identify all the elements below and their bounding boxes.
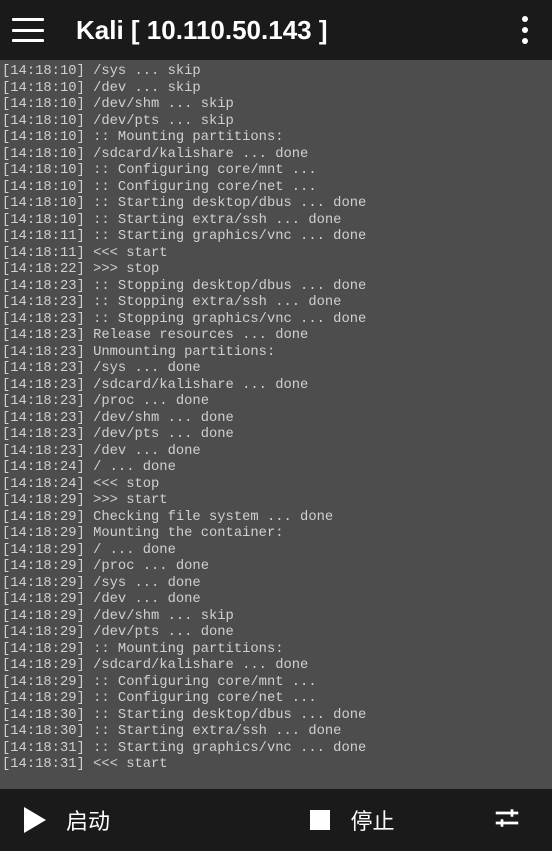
- log-line: [14:18:31] :: Starting graphics/vnc ... …: [2, 741, 550, 758]
- log-line: [14:18:23] /dev/shm ... done: [2, 411, 550, 428]
- log-line: [14:18:29] / ... done: [2, 543, 550, 560]
- log-line: [14:18:23] /dev ... done: [2, 444, 550, 461]
- log-line: [14:18:29] :: Mounting partitions:: [2, 642, 550, 659]
- log-line: [14:18:10] :: Starting desktop/dbus ... …: [2, 196, 550, 213]
- log-line: [14:18:29] Mounting the container:: [2, 526, 550, 543]
- stop-label: 停止: [350, 804, 394, 836]
- stop-icon: [310, 810, 330, 830]
- play-icon: [24, 807, 46, 833]
- app-title: Kali [ 10.110.50.143 ]: [76, 15, 516, 46]
- log-line: [14:18:29] /dev ... done: [2, 592, 550, 609]
- log-line: [14:18:29] :: Configuring core/mnt ...: [2, 675, 550, 692]
- log-line: [14:18:10] /dev ... skip: [2, 81, 550, 98]
- log-line: [14:18:10] :: Starting extra/ssh ... don…: [2, 213, 550, 230]
- log-line: [14:18:29] :: Configuring core/net ...: [2, 691, 550, 708]
- log-line: [14:18:23] :: Stopping graphics/vnc ... …: [2, 312, 550, 329]
- start-label: 启动: [66, 804, 110, 836]
- log-line: [14:18:29] /sdcard/kalishare ... done: [2, 658, 550, 675]
- log-line: [14:18:11] :: Starting graphics/vnc ... …: [2, 229, 550, 246]
- log-line: [14:18:29] /sys ... done: [2, 576, 550, 593]
- log-line: [14:18:23] Unmounting partitions:: [2, 345, 550, 362]
- log-line: [14:18:23] /dev/pts ... done: [2, 427, 550, 444]
- start-button[interactable]: 启动: [24, 804, 110, 836]
- log-line: [14:18:29] /dev/shm ... skip: [2, 609, 550, 626]
- log-line: [14:18:11] <<< start: [2, 246, 550, 263]
- settings-icon[interactable]: [492, 803, 522, 837]
- log-line: [14:18:29] /proc ... done: [2, 559, 550, 576]
- log-line: [14:18:23] :: Stopping desktop/dbus ... …: [2, 279, 550, 296]
- log-line: [14:18:23] /proc ... done: [2, 394, 550, 411]
- more-icon[interactable]: [516, 16, 540, 44]
- menu-icon[interactable]: [12, 18, 44, 42]
- log-line: [14:18:10] :: Mounting partitions:: [2, 130, 550, 147]
- stop-button[interactable]: 停止: [310, 804, 394, 836]
- bottom-toolbar: 启动 停止: [0, 789, 552, 851]
- log-line: [14:18:10] :: Configuring core/mnt ...: [2, 163, 550, 180]
- log-line: [14:18:23] Release resources ... done: [2, 328, 550, 345]
- log-line: [14:18:23] :: Stopping extra/ssh ... don…: [2, 295, 550, 312]
- log-line: [14:18:30] :: Starting desktop/dbus ... …: [2, 708, 550, 725]
- log-line: [14:18:22] >>> stop: [2, 262, 550, 279]
- app-header: Kali [ 10.110.50.143 ]: [0, 0, 552, 60]
- log-line: [14:18:29] Checking file system ... done: [2, 510, 550, 527]
- log-line: [14:18:29] /dev/pts ... done: [2, 625, 550, 642]
- log-line: [14:18:30] :: Starting extra/ssh ... don…: [2, 724, 550, 741]
- log-line: [14:18:10] :: Configuring core/net ...: [2, 180, 550, 197]
- log-line: [14:18:10] /dev/shm ... skip: [2, 97, 550, 114]
- log-line: [14:18:23] /sdcard/kalishare ... done: [2, 378, 550, 395]
- log-line: [14:18:24] / ... done: [2, 460, 550, 477]
- log-line: [14:18:23] /sys ... done: [2, 361, 550, 378]
- log-line: [14:18:10] /dev/pts ... skip: [2, 114, 550, 131]
- log-line: [14:18:24] <<< stop: [2, 477, 550, 494]
- terminal-output[interactable]: [14:18:10] /sys ... skip[14:18:10] /dev …: [0, 60, 552, 789]
- log-line: [14:18:31] <<< start: [2, 757, 550, 774]
- log-line: [14:18:10] /sdcard/kalishare ... done: [2, 147, 550, 164]
- log-line: [14:18:29] >>> start: [2, 493, 550, 510]
- log-line: [14:18:10] /sys ... skip: [2, 64, 550, 81]
